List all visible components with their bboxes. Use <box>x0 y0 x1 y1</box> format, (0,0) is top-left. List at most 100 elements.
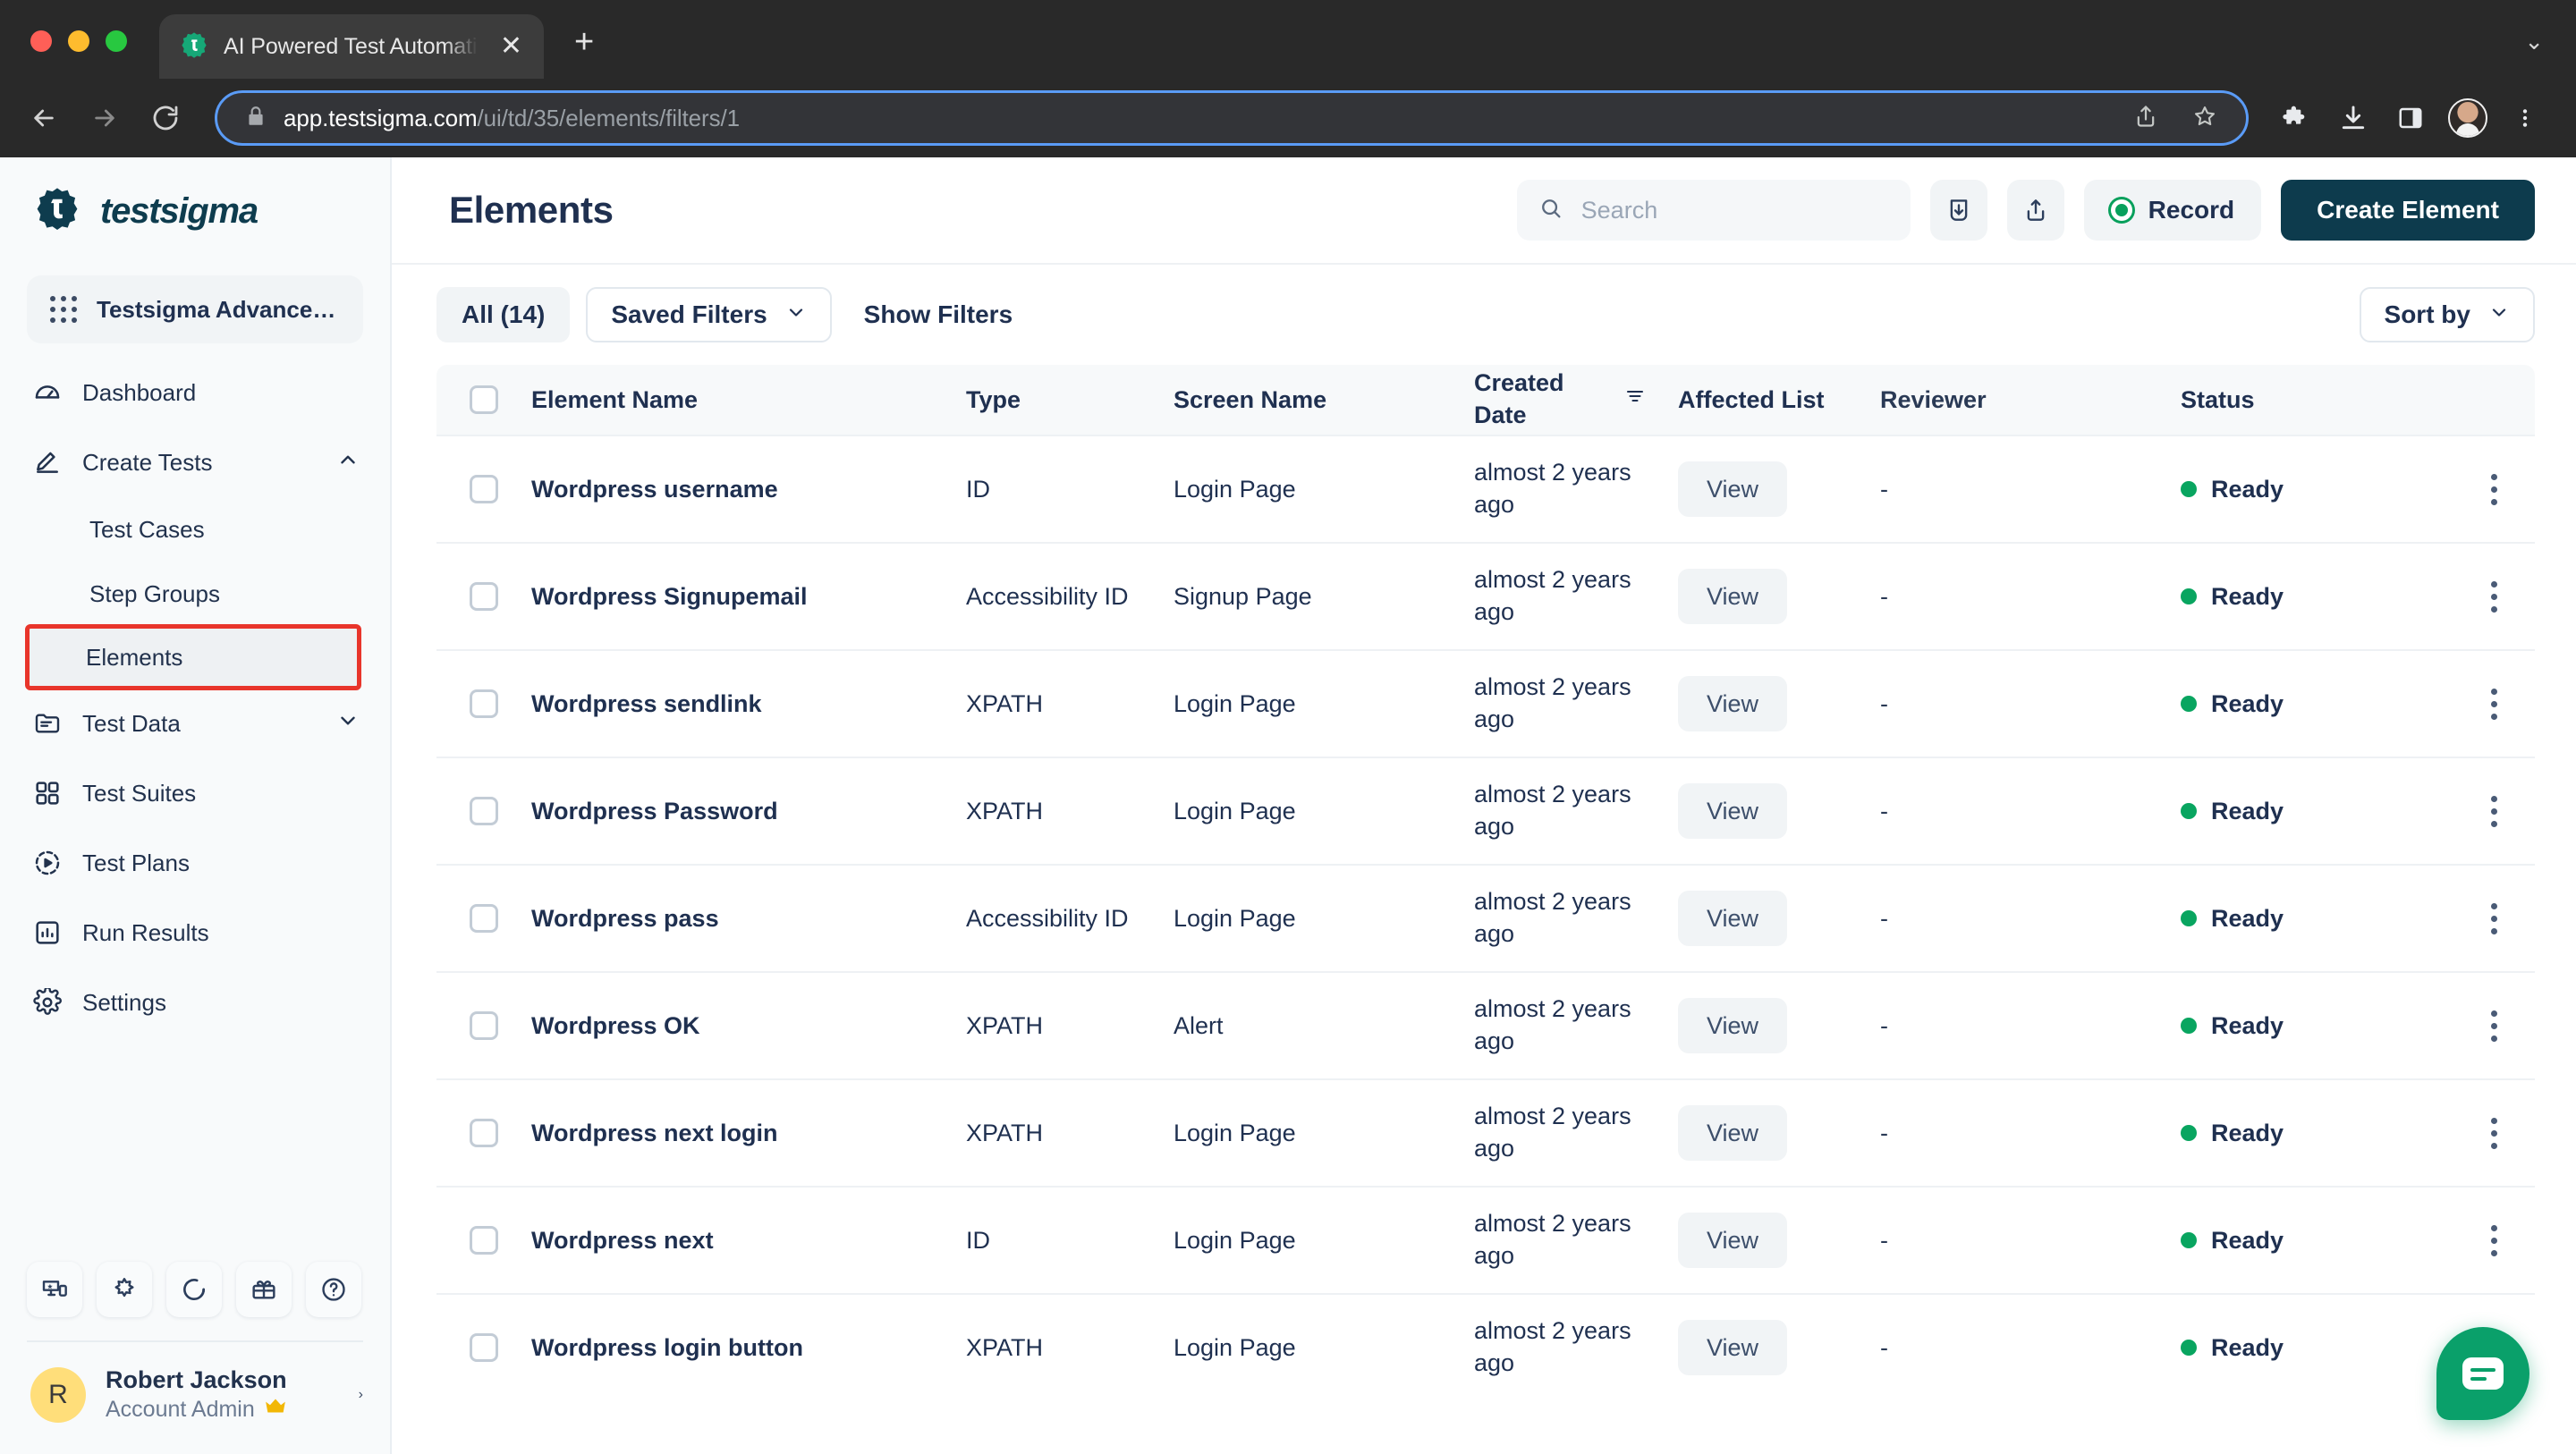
table-row[interactable]: Wordpress next login XPATH Login Page almos… <box>436 1078 2535 1186</box>
view-affected-list-button[interactable]: View <box>1678 891 1787 946</box>
progress-circle-icon[interactable] <box>166 1262 222 1317</box>
table-row[interactable]: Wordpress OK XPATH Alert almost 2 years ago… <box>436 971 2535 1078</box>
download-box-icon[interactable] <box>1929 180 1987 241</box>
new-tab-button[interactable]: + <box>574 25 594 59</box>
extensions-puzzle-icon[interactable] <box>2270 92 2322 144</box>
puzzle-icon[interactable] <box>97 1262 152 1317</box>
sidebar-item-elements[interactable]: Elements <box>25 624 361 690</box>
cell-element-name[interactable]: Wordpress next login <box>531 1120 966 1147</box>
downloads-icon[interactable] <box>2327 92 2379 144</box>
bookmark-star-icon[interactable] <box>2183 104 2226 133</box>
row-checkbox[interactable] <box>436 1226 531 1255</box>
row-checkbox[interactable] <box>436 1119 531 1147</box>
table-row[interactable]: Wordpress next ID Login Page almost 2 years… <box>436 1186 2535 1293</box>
view-affected-list-button[interactable]: View <box>1678 998 1787 1053</box>
row-checkbox[interactable] <box>436 904 531 933</box>
share-upload-icon[interactable] <box>2006 180 2064 241</box>
row-actions-button[interactable] <box>2453 1117 2535 1149</box>
profile-avatar[interactable] <box>2442 92 2494 144</box>
show-filters-button[interactable]: Show Filters <box>848 300 1029 329</box>
share-icon[interactable] <box>2124 104 2167 133</box>
row-checkbox[interactable] <box>436 1333 531 1362</box>
view-affected-list-button[interactable]: View <box>1678 1320 1787 1375</box>
sidebar-item-dashboard[interactable]: Dashboard <box>0 358 390 427</box>
chevron-up-icon[interactable] <box>336 448 360 478</box>
sidebar-item-test-cases[interactable]: Test Cases <box>0 497 390 562</box>
chat-bubble-icon[interactable] <box>2436 1327 2529 1420</box>
row-actions-button[interactable] <box>2453 1224 2535 1256</box>
table-row[interactable]: Wordpress pass Accessibility ID Login Page… <box>436 864 2535 971</box>
table-row[interactable]: Wordpress Signupemail Accessibility ID Sig… <box>436 542 2535 649</box>
column-header-created-date[interactable]: Created Date <box>1474 368 1678 431</box>
row-checkbox[interactable] <box>436 689 531 718</box>
workspace-selector[interactable]: Testsigma Advanced... <box>27 275 363 343</box>
row-actions-button[interactable] <box>2453 473 2535 505</box>
row-checkbox[interactable] <box>436 797 531 825</box>
column-header-status[interactable]: Status <box>2181 386 2453 414</box>
cell-element-name[interactable]: Wordpress login button <box>531 1334 966 1362</box>
browser-tab[interactable]: AI Powered Test Automation P ✕ <box>159 14 544 79</box>
cell-element-name[interactable]: Wordpress next <box>531 1227 966 1255</box>
maximize-window-button[interactable] <box>106 30 127 52</box>
cell-element-name[interactable]: Wordpress Signupemail <box>531 583 966 611</box>
view-affected-list-button[interactable]: View <box>1678 1105 1787 1161</box>
side-panel-icon[interactable] <box>2385 92 2436 144</box>
view-affected-list-button[interactable]: View <box>1678 1213 1787 1268</box>
sidebar-item-test-plans[interactable]: Test Plans <box>0 828 390 898</box>
devices-icon[interactable] <box>27 1262 82 1317</box>
sort-by-dropdown[interactable]: Sort by <box>2359 287 2535 342</box>
filter-all-tab[interactable]: All (14) <box>436 287 571 342</box>
select-all-checkbox[interactable] <box>436 385 531 414</box>
sidebar-item-test-suites[interactable]: Test Suites <box>0 758 390 828</box>
row-checkbox[interactable] <box>436 1011 531 1040</box>
close-tab-icon[interactable]: ✕ <box>495 30 528 63</box>
sidebar-item-settings[interactable]: Settings <box>0 968 390 1037</box>
row-actions-button[interactable] <box>2453 1010 2535 1042</box>
column-header-screen-name[interactable]: Screen Name <box>1174 386 1474 414</box>
forward-icon[interactable] <box>77 90 132 146</box>
cell-element-name[interactable]: Wordpress Password <box>531 798 966 825</box>
column-header-reviewer[interactable]: Reviewer <box>1880 386 2181 414</box>
column-header-affected-list[interactable]: Affected List <box>1678 386 1880 414</box>
address-bar[interactable]: app.testsigma.com/ui/td/35/elements/filt… <box>215 90 2249 146</box>
reload-icon[interactable] <box>138 90 193 146</box>
tab-search-chevron-icon[interactable]: ⌄ <box>2524 28 2576 79</box>
user-profile[interactable]: R Robert Jackson Account Admin › <box>0 1342 390 1454</box>
cell-element-name[interactable]: Wordpress OK <box>531 1012 966 1040</box>
table-row[interactable]: Wordpress username ID Login Page almost 2 y… <box>436 435 2535 542</box>
close-window-button[interactable] <box>30 30 52 52</box>
view-affected-list-button[interactable]: View <box>1678 461 1787 517</box>
help-circle-icon[interactable] <box>306 1262 361 1317</box>
row-checkbox[interactable] <box>436 582 531 611</box>
view-affected-list-button[interactable]: View <box>1678 569 1787 624</box>
create-element-button[interactable]: Create Element <box>2281 180 2535 241</box>
table-row[interactable]: Wordpress sendlink XPATH Login Page almost … <box>436 649 2535 757</box>
minimize-window-button[interactable] <box>68 30 89 52</box>
cell-element-name[interactable]: Wordpress pass <box>531 905 966 933</box>
table-row[interactable]: Wordpress Password XPATH Login Page almost … <box>436 757 2535 864</box>
brand-logo[interactable]: testsigma <box>0 157 390 259</box>
search-input[interactable]: Search <box>1516 180 1911 241</box>
view-affected-list-button[interactable]: View <box>1678 783 1787 839</box>
sidebar-item-create-tests[interactable]: Create Tests <box>0 427 390 497</box>
sidebar-item-run-results[interactable]: Run Results <box>0 898 390 968</box>
table-row[interactable]: Wordpress login button XPATH Login Page alm… <box>436 1293 2535 1400</box>
chevron-down-icon[interactable] <box>336 709 360 739</box>
saved-filters-dropdown[interactable]: Saved Filters <box>586 287 832 342</box>
column-header-type[interactable]: Type <box>966 386 1174 414</box>
back-icon[interactable] <box>16 90 72 146</box>
sidebar-item-test-data[interactable]: Test Data <box>0 689 390 758</box>
sort-filter-icon[interactable] <box>1624 384 1646 416</box>
sidebar-item-step-groups[interactable]: Step Groups <box>0 562 390 626</box>
row-actions-button[interactable] <box>2453 580 2535 613</box>
row-actions-button[interactable] <box>2453 902 2535 934</box>
cell-element-name[interactable]: Wordpress sendlink <box>531 690 966 718</box>
row-actions-button[interactable] <box>2453 795 2535 827</box>
column-header-element-name[interactable]: Element Name <box>531 386 966 414</box>
view-affected-list-button[interactable]: View <box>1678 676 1787 731</box>
chrome-menu-icon[interactable] <box>2499 92 2551 144</box>
row-checkbox[interactable] <box>436 475 531 503</box>
cell-element-name[interactable]: Wordpress username <box>531 476 966 503</box>
record-button[interactable]: Record <box>2083 180 2262 241</box>
row-actions-button[interactable] <box>2453 688 2535 720</box>
